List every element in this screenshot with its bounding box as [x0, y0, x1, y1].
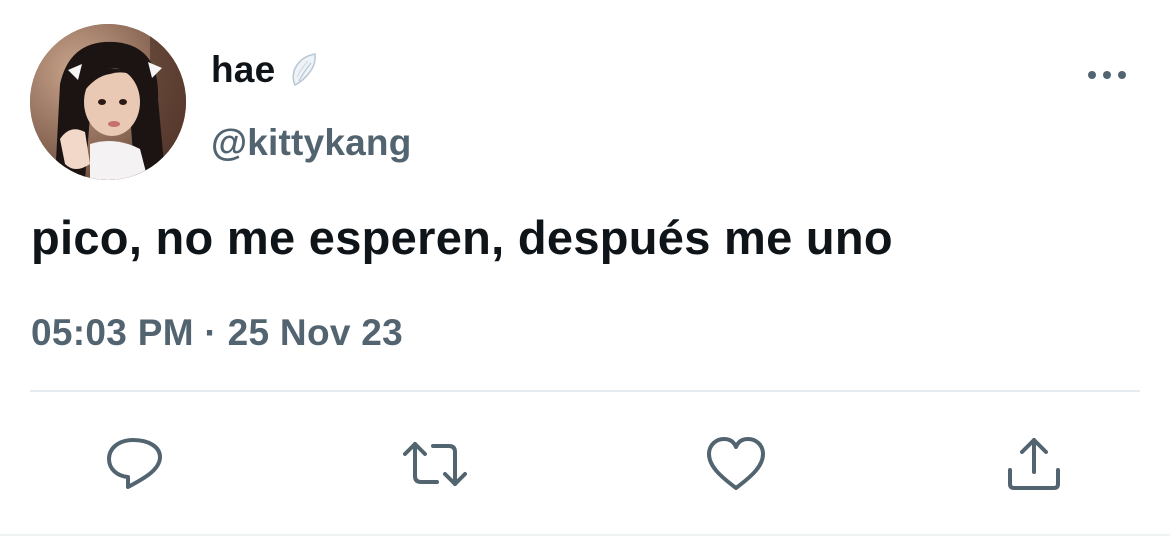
angel-wing-icon [289, 51, 319, 89]
heart-icon[interactable] [704, 432, 768, 496]
more-horizontal-icon[interactable] [1086, 60, 1128, 90]
name-row: hae [211, 48, 319, 92]
user-handle[interactable]: @kittykang [211, 122, 412, 164]
display-name[interactable]: hae [211, 49, 275, 91]
tweet-text: pico, no me esperen, después me uno [31, 211, 893, 264]
bottom-divider [0, 534, 1170, 536]
avatar[interactable] [30, 24, 186, 180]
tweet-card: hae @kittykang pico, no me esperen, desp… [0, 0, 1170, 555]
divider [30, 390, 1140, 392]
reply-icon[interactable] [103, 432, 167, 496]
retweet-icon[interactable] [403, 432, 467, 496]
tweet-timestamp[interactable]: 05:03 PM · 25 Nov 23 [31, 312, 403, 354]
share-icon[interactable] [1002, 432, 1066, 496]
